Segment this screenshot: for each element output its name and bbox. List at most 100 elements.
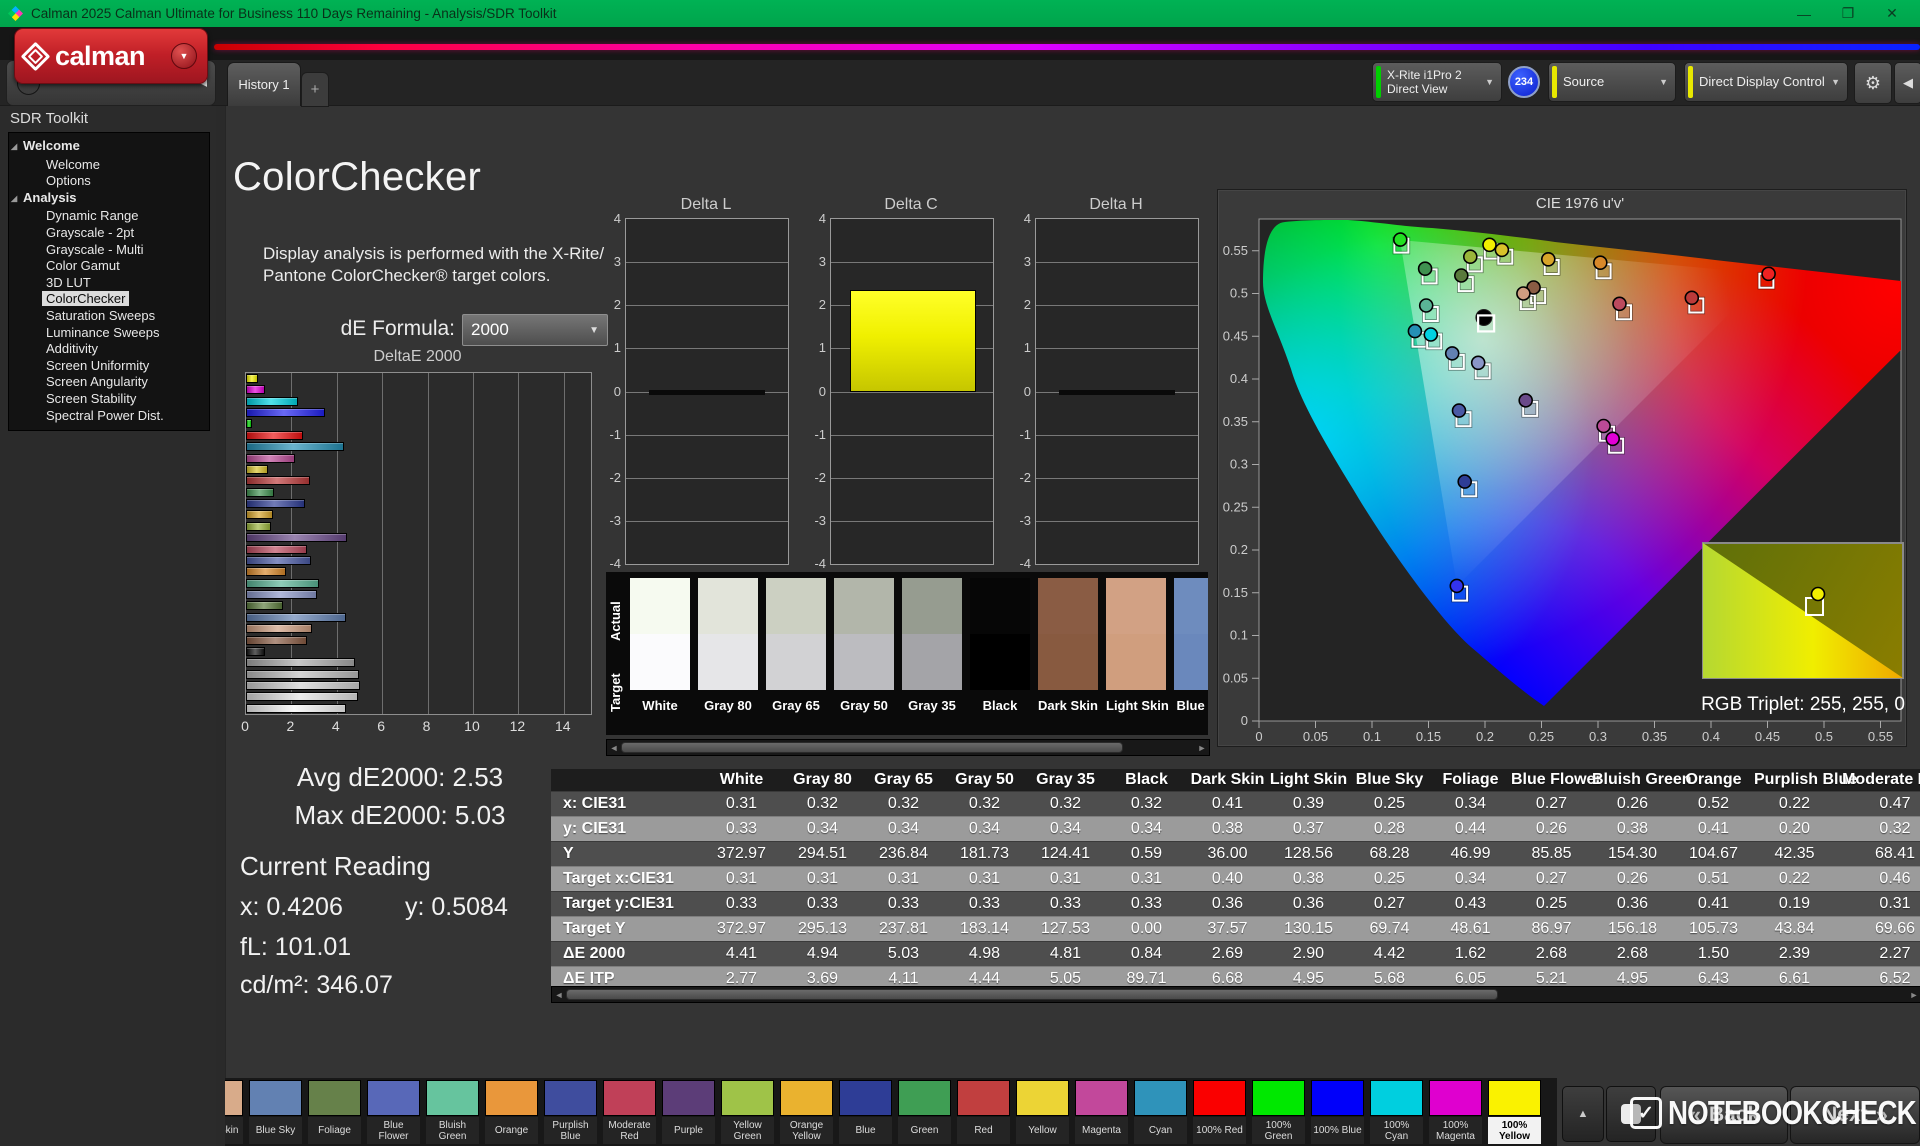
color-swatch-red[interactable]: Red: [957, 1078, 1010, 1144]
swatch-color: [603, 1080, 656, 1116]
delta-c-chart: [830, 218, 994, 565]
color-swatch-cyan[interactable]: Cyan: [1134, 1078, 1187, 1144]
sidebar-item-color-gamut[interactable]: Color Gamut: [9, 258, 209, 275]
add-tab-button[interactable]: +: [301, 72, 329, 107]
swatch-color: [1252, 1080, 1305, 1116]
sidebar-item-dynamic-range[interactable]: Dynamic Range: [9, 208, 209, 225]
color-swatch-bluish-green[interactable]: Bluish Green: [426, 1078, 479, 1144]
table-column-header: Gray 80: [782, 771, 863, 789]
table-cell: 372.97: [701, 845, 782, 863]
sidebar-item-saturation-sweeps[interactable]: Saturation Sweeps: [9, 308, 209, 325]
calman-menu-arrow-icon[interactable]: ▼: [171, 43, 197, 69]
close-button[interactable]: ✕: [1870, 5, 1914, 22]
table-cell: 0.33: [701, 895, 782, 913]
color-swatch-100-magenta[interactable]: 100% Magenta: [1429, 1078, 1482, 1144]
table-cell: 130.15: [1268, 920, 1349, 938]
color-swatch-100-cyan[interactable]: 100% Cyan: [1370, 1078, 1423, 1144]
color-swatch-foliage[interactable]: Foliage: [308, 1078, 361, 1144]
table-cell: 0.31: [1025, 870, 1106, 888]
square-icon: [1621, 1104, 1641, 1124]
table-row: Target x:CIE310.310.310.310.310.310.310.…: [551, 866, 1920, 891]
table-cell: 48.61: [1430, 920, 1511, 938]
sidebar-item-analysis[interactable]: ◢Analysis: [9, 190, 209, 209]
table-cell: 0.59: [1106, 845, 1187, 863]
sidebar-item-screen-stability[interactable]: Screen Stability: [9, 391, 209, 408]
sidebar-item-options[interactable]: Options: [9, 173, 209, 190]
color-swatch-blue-flower[interactable]: Blue Flower: [367, 1078, 420, 1144]
color-swatch-100-green[interactable]: 100% Green: [1252, 1078, 1305, 1144]
table-cell: 46.99: [1430, 845, 1511, 863]
chevron-down-icon: ▼: [1659, 77, 1675, 87]
color-swatch-100-yellow[interactable]: 100% Yellow: [1488, 1078, 1541, 1144]
sidebar-item-screen-angularity[interactable]: Screen Angularity: [9, 374, 209, 391]
color-swatch-purple[interactable]: Purple: [662, 1078, 715, 1144]
current-cdm2: cd/m²: 346.07: [240, 971, 393, 1000]
table-cell: 0.25: [1349, 795, 1430, 813]
deltae-bar: [246, 692, 358, 701]
de-formula-select[interactable]: 2000 ▼: [462, 314, 608, 346]
swatch-label: 100% Red: [1193, 1117, 1246, 1144]
delta-y-tick: 3: [1005, 254, 1031, 269]
sidebar-item-grayscale-2pt[interactable]: Grayscale - 2pt: [9, 225, 209, 242]
svg-text:0.15: 0.15: [1223, 585, 1248, 600]
expand-patches-button[interactable]: ▲: [1562, 1086, 1604, 1142]
sidebar-item-welcome[interactable]: ◢Welcome: [9, 138, 209, 157]
sidebar-item-welcome[interactable]: Welcome: [9, 157, 209, 174]
swatch-label: Orange Yellow: [780, 1117, 833, 1144]
settings-button[interactable]: ⚙: [1854, 62, 1892, 104]
minimize-button[interactable]: —: [1782, 6, 1826, 22]
tree-expander-icon[interactable]: ◢: [11, 139, 23, 156]
sidebar-item-grayscale-multi[interactable]: Grayscale - Multi: [9, 242, 209, 259]
cie-measured-point: Blue Flower: [1472, 356, 1485, 369]
gear-icon: ⚙: [1865, 73, 1881, 94]
color-swatch-purplish-blue[interactable]: Purplish Blue: [544, 1078, 597, 1144]
color-swatch-blue[interactable]: Blue: [839, 1078, 892, 1144]
color-swatch-magenta[interactable]: Magenta: [1075, 1078, 1128, 1144]
cie-measured-point: Yellow Green: [1464, 250, 1477, 263]
tab-history-1[interactable]: History 1: [227, 62, 301, 106]
panel-collapse-button[interactable]: ◀: [1894, 62, 1920, 104]
table-cell: 127.53: [1025, 920, 1106, 938]
table-column-header: Bluish Green: [1592, 771, 1673, 789]
table-cell: 105.73: [1673, 920, 1754, 938]
color-swatch-moderate-red[interactable]: Moderate Red: [603, 1078, 656, 1144]
color-swatch-green[interactable]: Green: [898, 1078, 951, 1144]
deltae-bar: [246, 636, 307, 645]
table-column-header: Orange: [1673, 771, 1754, 789]
table-cell: 0.27: [1349, 895, 1430, 913]
color-swatch-light-skin[interactable]: Light Skin: [225, 1078, 243, 1144]
sidebar-item-3d-lut[interactable]: 3D LUT: [9, 275, 209, 292]
color-swatch-orange[interactable]: Orange: [485, 1078, 538, 1144]
tree-expander-icon[interactable]: ◢: [11, 191, 23, 208]
delta-y-tick: -4: [800, 556, 826, 571]
display-control-dropdown[interactable]: Direct Display Control ▼: [1684, 62, 1848, 102]
color-swatch-blue-sky[interactable]: Blue Sky: [249, 1078, 302, 1144]
meter-dropdown[interactable]: X-Rite i1Pro 2Direct View ▼: [1372, 62, 1502, 102]
color-swatch-100-red[interactable]: 100% Red: [1193, 1078, 1246, 1144]
sidebar-item-additivity[interactable]: Additivity: [9, 341, 209, 358]
source-dropdown[interactable]: Source ▼: [1548, 62, 1676, 102]
color-swatch-100-blue[interactable]: 100% Blue: [1311, 1078, 1364, 1144]
cie-measured-point: Blue: [1458, 475, 1471, 488]
swatch-label: Yellow Green: [721, 1117, 774, 1144]
maximize-button[interactable]: ❐: [1826, 5, 1870, 22]
table-cell: 2.27: [1835, 945, 1920, 963]
patch-gray-50: Gray 50: [834, 578, 894, 713]
meter-count-badge[interactable]: 234: [1508, 66, 1540, 98]
deltae-x-tick: 0: [233, 718, 257, 734]
back-button[interactable]: « Back: [1660, 1086, 1788, 1144]
color-swatch-yellow-green[interactable]: Yellow Green: [721, 1078, 774, 1144]
color-swatch-orange-yellow[interactable]: Orange Yellow: [780, 1078, 833, 1144]
sidebar-item-colorchecker[interactable]: ColorChecker: [9, 291, 209, 308]
next-button[interactable]: Next »: [1790, 1086, 1920, 1144]
window-pattern-button[interactable]: [1606, 1086, 1656, 1142]
calman-menu-button[interactable]: calman ▼: [14, 28, 208, 84]
table-cell: 0.31: [1106, 870, 1187, 888]
patch-strip-scrollbar[interactable]: ◄►: [606, 739, 1210, 756]
table-scrollbar[interactable]: ◄►: [551, 986, 1920, 1003]
sidebar-item-luminance-sweeps[interactable]: Luminance Sweeps: [9, 325, 209, 342]
sidebar-item-screen-uniformity[interactable]: Screen Uniformity: [9, 358, 209, 375]
sidebar-item-spectral-power-dist[interactable]: Spectral Power Dist.: [9, 408, 209, 425]
delta-y-tick: 0: [800, 384, 826, 399]
color-swatch-yellow[interactable]: Yellow: [1016, 1078, 1069, 1144]
